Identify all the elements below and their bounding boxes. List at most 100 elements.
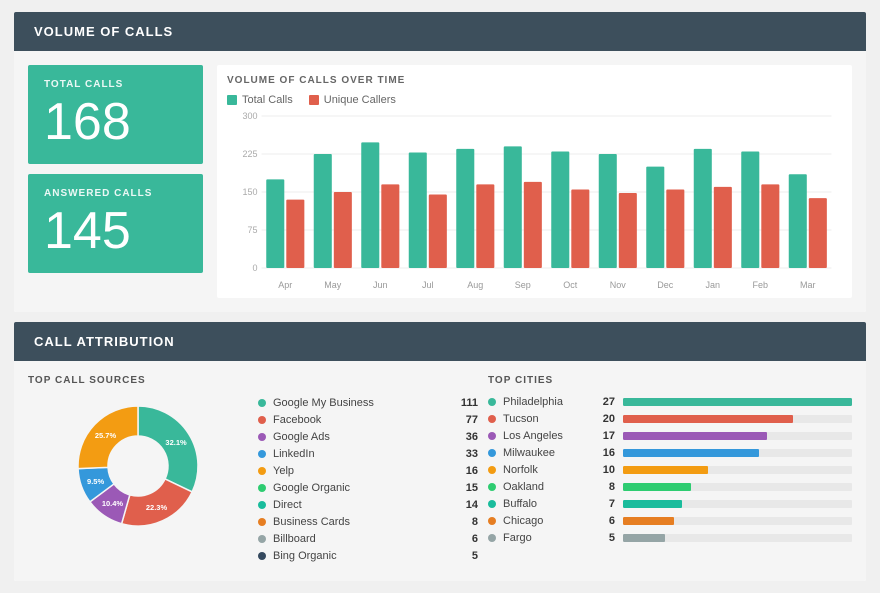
source-dot	[258, 501, 266, 509]
svg-text:Jun: Jun	[373, 280, 388, 290]
svg-text:Mar: Mar	[800, 280, 816, 290]
city-count: 7	[593, 498, 615, 510]
svg-text:22.3%: 22.3%	[146, 503, 168, 512]
city-bar-bg	[623, 449, 852, 457]
bar-chart: 075150225300AprMayJunJulAugSepOctNovDecJ…	[227, 112, 842, 292]
city-bar-fill	[623, 415, 793, 423]
svg-text:Jul: Jul	[422, 280, 434, 290]
list-item: Tucson 20	[488, 413, 852, 425]
source-name: Facebook	[273, 414, 448, 426]
svg-text:Apr: Apr	[278, 280, 292, 290]
svg-text:0: 0	[252, 263, 257, 273]
legend-unique-label: Unique Callers	[324, 94, 396, 106]
svg-text:Oct: Oct	[563, 280, 578, 290]
city-dot	[488, 415, 496, 423]
svg-text:75: 75	[247, 225, 257, 235]
svg-text:May: May	[324, 280, 342, 290]
list-item: Google Organic 15	[258, 482, 478, 494]
source-name: LinkedIn	[273, 448, 448, 460]
pie-side: TOP CALL SOURCES 32.1%22.3%10.4%9.5%25.7…	[28, 375, 248, 567]
source-dot	[258, 399, 266, 407]
source-name: Google Organic	[273, 482, 448, 494]
volume-section: VOLUME OF CALLS TOTAL CALLS 168 ANSWERED…	[14, 12, 866, 312]
city-bar-fill	[623, 449, 759, 457]
city-bar-fill	[623, 398, 852, 406]
source-count: 77	[454, 414, 478, 426]
city-dot	[488, 534, 496, 542]
city-bar-fill	[623, 517, 674, 525]
svg-text:225: 225	[242, 149, 257, 159]
chart-legend: Total Calls Unique Callers	[227, 94, 842, 106]
list-item: Los Angeles 17	[488, 430, 852, 442]
city-name: Fargo	[503, 532, 593, 544]
city-dot	[488, 432, 496, 440]
svg-text:Jan: Jan	[705, 280, 720, 290]
svg-text:Dec: Dec	[657, 280, 674, 290]
svg-text:Sep: Sep	[515, 280, 531, 290]
city-bar-fill	[623, 483, 691, 491]
source-name: Billboard	[273, 533, 448, 545]
city-count: 10	[593, 464, 615, 476]
city-name: Chicago	[503, 515, 593, 527]
city-dot	[488, 517, 496, 525]
attribution-header: CALL ATTRIBUTION	[14, 322, 866, 361]
pie-chart-container: 32.1%22.3%10.4%9.5%25.7%	[68, 396, 208, 536]
source-dot	[258, 552, 266, 560]
svg-text:9.5%: 9.5%	[87, 477, 104, 486]
source-count: 16	[454, 465, 478, 477]
list-item: Facebook 77	[258, 414, 478, 426]
legend-teal-dot	[227, 95, 237, 105]
source-count: 6	[454, 533, 478, 545]
city-bar-bg	[623, 398, 852, 406]
sources-title: TOP CALL SOURCES	[28, 375, 248, 386]
list-item: Philadelphia 27	[488, 396, 852, 408]
source-count: 15	[454, 482, 478, 494]
city-bar-bg	[623, 415, 852, 423]
city-bar-bg	[623, 517, 852, 525]
list-item: LinkedIn 33	[258, 448, 478, 460]
source-name: Yelp	[273, 465, 448, 477]
source-dot	[258, 450, 266, 458]
stats-column: TOTAL CALLS 168 ANSWERED CALLS 145	[28, 65, 203, 298]
city-bar-fill	[623, 534, 665, 542]
legend-total: Total Calls	[227, 94, 293, 106]
svg-text:150: 150	[242, 187, 257, 197]
city-name: Los Angeles	[503, 430, 593, 442]
svg-text:Aug: Aug	[467, 280, 483, 290]
svg-text:25.7%: 25.7%	[95, 431, 117, 440]
source-count: 111	[454, 397, 478, 409]
city-dot	[488, 466, 496, 474]
attribution-section: CALL ATTRIBUTION TOP CALL SOURCES 32.1%2…	[14, 322, 866, 581]
total-calls-value: 168	[44, 96, 187, 148]
city-bar-fill	[623, 500, 682, 508]
list-item: Google My Business 111	[258, 397, 478, 409]
answered-calls-label: ANSWERED CALLS	[44, 188, 187, 199]
city-bar-bg	[623, 483, 852, 491]
svg-text:300: 300	[242, 112, 257, 121]
city-name: Buffalo	[503, 498, 593, 510]
city-count: 6	[593, 515, 615, 527]
list-item: Chicago 6	[488, 515, 852, 527]
cities-title: TOP CITIES	[488, 375, 852, 386]
city-bar-bg	[623, 432, 852, 440]
legend-unique: Unique Callers	[309, 94, 396, 106]
source-count: 33	[454, 448, 478, 460]
city-bar-bg	[623, 466, 852, 474]
city-name: Tucson	[503, 413, 593, 425]
list-item: Fargo 5	[488, 532, 852, 544]
city-count: 5	[593, 532, 615, 544]
city-count: 8	[593, 481, 615, 493]
list-item: Direct 14	[258, 499, 478, 511]
source-name: Google Ads	[273, 431, 448, 443]
source-name: Business Cards	[273, 516, 448, 528]
bar-chart-svg: 075150225300AprMayJunJulAugSepOctNovDecJ…	[227, 112, 842, 292]
city-dot	[488, 449, 496, 457]
source-dot	[258, 433, 266, 441]
source-count: 36	[454, 431, 478, 443]
city-name: Norfolk	[503, 464, 593, 476]
list-item: Billboard 6	[258, 533, 478, 545]
city-dot	[488, 483, 496, 491]
city-count: 16	[593, 447, 615, 459]
attribution-title: CALL ATTRIBUTION	[34, 334, 175, 349]
source-count: 14	[454, 499, 478, 511]
